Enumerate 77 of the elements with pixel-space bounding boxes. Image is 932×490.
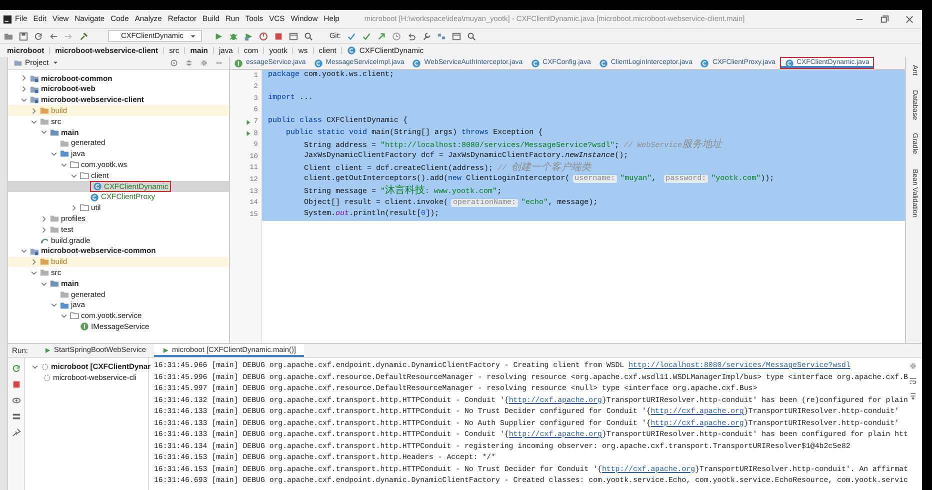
class-icon <box>90 192 99 202</box>
class-icon <box>314 58 323 68</box>
module-folder-icon <box>30 84 39 94</box>
package-icon <box>70 311 79 320</box>
caret-icon <box>52 59 59 66</box>
chevron-icon[interactable] <box>70 172 78 180</box>
sync-icon[interactable] <box>34 32 43 40</box>
folder-icon[interactable] <box>4 32 13 40</box>
clock-icon[interactable] <box>392 32 401 40</box>
chevron-icon[interactable] <box>60 312 68 320</box>
run-config-icon <box>44 347 52 354</box>
module-folder-icon <box>30 95 39 104</box>
app-logo-icon <box>3 14 12 24</box>
class-icon <box>412 58 422 68</box>
eye-icon[interactable] <box>12 396 20 405</box>
caret-icon <box>189 32 198 40</box>
chevron-icon[interactable] <box>30 118 38 126</box>
coverage-icon[interactable] <box>244 32 254 40</box>
module-folder-icon <box>30 246 39 256</box>
chevron-icon[interactable] <box>30 106 38 115</box>
wrench-icon[interactable] <box>422 32 431 40</box>
settings-icon[interactable] <box>200 59 208 67</box>
class-icon <box>700 58 710 68</box>
interface-icon <box>80 322 89 332</box>
run-config-icon <box>162 347 169 354</box>
restore-icon[interactable] <box>880 14 889 24</box>
chevron-icon[interactable] <box>50 301 58 310</box>
undo-icon[interactable] <box>406 32 416 40</box>
class-icon <box>784 58 794 68</box>
chevron-icon[interactable] <box>60 160 68 169</box>
folder-icon <box>14 58 22 67</box>
chevron-icon[interactable] <box>40 280 48 288</box>
diagonal-arrow-icon[interactable] <box>376 32 386 40</box>
chevron-icon[interactable] <box>70 204 78 212</box>
stop-icon[interactable] <box>12 380 20 389</box>
search-icon[interactable] <box>466 32 476 40</box>
class-icon <box>93 182 102 191</box>
class-icon <box>530 58 540 68</box>
run-gutter-icon[interactable] <box>244 130 252 138</box>
chevron-icon[interactable] <box>40 214 48 223</box>
close-icon[interactable] <box>905 14 914 24</box>
chevron-icon[interactable] <box>50 150 58 158</box>
package-icon <box>80 203 89 212</box>
profiler-icon[interactable] <box>259 32 268 40</box>
chevron-icon[interactable] <box>31 362 39 370</box>
save-icon[interactable] <box>19 32 28 40</box>
window-icon[interactable] <box>289 32 298 40</box>
class-icon <box>598 58 608 68</box>
debug-bug-icon[interactable] <box>229 32 238 40</box>
chevron-icon[interactable] <box>20 96 28 104</box>
pin-icon[interactable] <box>12 428 20 437</box>
chevron-icon[interactable] <box>20 85 28 94</box>
chevron-icon[interactable] <box>20 74 28 82</box>
chevron-icon[interactable] <box>30 268 38 277</box>
stop-icon[interactable] <box>274 32 284 40</box>
module-folder-icon <box>30 74 39 83</box>
chevron-icon[interactable] <box>40 128 48 136</box>
soft-wrap-icon[interactable] <box>909 377 917 385</box>
chevron-icon[interactable] <box>40 226 48 234</box>
window-icon[interactable] <box>452 32 461 40</box>
run-gutter-icon[interactable] <box>244 118 252 126</box>
layout-icon[interactable] <box>12 412 20 421</box>
hammer-icon[interactable] <box>79 32 88 40</box>
gradle-file-icon <box>40 236 49 245</box>
scroll-to-end-icon[interactable] <box>909 392 917 400</box>
search-icon[interactable] <box>304 32 314 40</box>
back-arrow-icon[interactable] <box>49 32 58 40</box>
interface-icon <box>234 58 243 68</box>
structure-icon[interactable] <box>436 32 446 40</box>
chevron-icon[interactable] <box>20 247 28 256</box>
target-icon[interactable] <box>170 59 178 67</box>
settings-icon[interactable] <box>909 362 917 370</box>
run-icon[interactable] <box>214 32 224 40</box>
rerun-icon[interactable] <box>12 364 20 373</box>
chevron-icon[interactable] <box>30 258 38 266</box>
class-icon <box>347 46 356 55</box>
collapse-icon[interactable] <box>185 59 193 67</box>
